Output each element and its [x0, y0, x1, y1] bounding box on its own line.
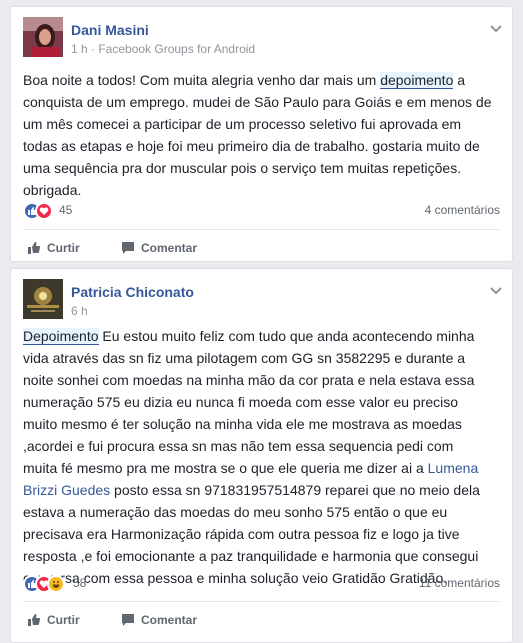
reaction-count[interactable]: 58: [73, 576, 86, 590]
post-stats: 58 11 comentários: [23, 574, 500, 594]
text-line: um mês comecei a participar de um proces…: [23, 116, 462, 132]
avatar[interactable]: [23, 17, 63, 57]
divider: [23, 601, 500, 602]
text-line: noite sonhei com moedas na minha mão da …: [23, 372, 475, 388]
hashtag-depoimento[interactable]: Depoimento: [23, 328, 99, 345]
mention-link[interactable]: Brizzi Guedes: [23, 482, 110, 498]
avatar[interactable]: [23, 279, 63, 319]
text-line: Boa noite a todos! Com muita alegria ven…: [23, 72, 466, 89]
text-line: resposta ,e foi emocionante a paz tranqu…: [23, 548, 479, 564]
text-line: numeração 575 eu dizia eu nunca fi moeda…: [23, 394, 459, 410]
comment-icon: [122, 242, 134, 254]
comments-count[interactable]: 4 comentários: [425, 203, 500, 217]
post-actions: Curtir Comentar: [23, 235, 500, 261]
comment-label: Comentar: [141, 241, 198, 255]
post-header: Dani Masini 1 h · Facebook Groups for An…: [23, 17, 503, 59]
text-line: obrigada.: [23, 182, 82, 198]
post-meta: 6 h: [71, 304, 88, 318]
divider: [23, 229, 500, 230]
comment-icon: [122, 614, 134, 626]
like-label: Curtir: [47, 241, 80, 255]
text-line: Brizzi Guedes posto essa sn 971831957514…: [23, 482, 480, 498]
like-label: Curtir: [47, 613, 80, 627]
text-line: muita fé mesmo pra me mostra se o que el…: [23, 460, 479, 476]
mention-link[interactable]: Lumena: [428, 460, 479, 476]
text-line: uma sequência pra dor muscular pois o se…: [23, 160, 462, 176]
text-line: ,acordei e fui procura essa sn mas não t…: [23, 438, 454, 454]
comment-button[interactable]: Comentar: [121, 235, 197, 261]
love-reaction-icon: [35, 202, 53, 220]
post-stats: 45 4 comentários: [23, 201, 500, 221]
like-button[interactable]: Curtir: [27, 607, 80, 633]
text-line: estava a numeração das moedas do meu son…: [23, 504, 448, 520]
post-actions: Curtir Comentar: [23, 607, 500, 633]
reaction-count[interactable]: 45: [59, 203, 72, 217]
text-line: precisava era Harmonização rápida com ou…: [23, 526, 460, 542]
post-text: Boa noite a todos! Com muita alegria ven…: [23, 69, 505, 201]
comments-count[interactable]: 11 comentários: [419, 576, 500, 590]
post-author[interactable]: Dani Masini: [71, 22, 149, 38]
haha-reaction-icon: [47, 575, 65, 593]
post-author[interactable]: Patricia Chiconato: [71, 284, 194, 300]
chevron-down-icon[interactable]: [489, 21, 503, 33]
chevron-down-icon[interactable]: [489, 283, 503, 295]
text-line: muito mesmo é ter solução na minha vida …: [23, 416, 462, 432]
post-meta: 1 h · Facebook Groups for Android: [71, 42, 256, 56]
thumbs-up-icon: [28, 614, 41, 626]
post-text: Depoimento Eu estou muito feliz com tudo…: [23, 325, 505, 589]
comment-label: Comentar: [141, 613, 198, 627]
like-button[interactable]: Curtir: [27, 235, 80, 261]
text-line: todas as etapas e hoje foi meu primeiro …: [23, 138, 480, 154]
comment-button[interactable]: Comentar: [121, 607, 197, 633]
text-line: Depoimento Eu estou muito feliz com tudo…: [23, 328, 475, 345]
text-line: conquista de um emprego. mudei de São Pa…: [23, 94, 492, 110]
post-header: Patricia Chiconato 6 h: [23, 279, 503, 321]
thumbs-up-icon: [28, 242, 41, 254]
post-card: Dani Masini 1 h · Facebook Groups for An…: [10, 6, 513, 262]
post-card: Patricia Chiconato 6 h Depoimento Eu est…: [10, 268, 513, 643]
hashtag-depoimento[interactable]: depoimento: [380, 72, 454, 89]
text-line: vida através das sn fiz uma pilotagem co…: [23, 350, 466, 366]
